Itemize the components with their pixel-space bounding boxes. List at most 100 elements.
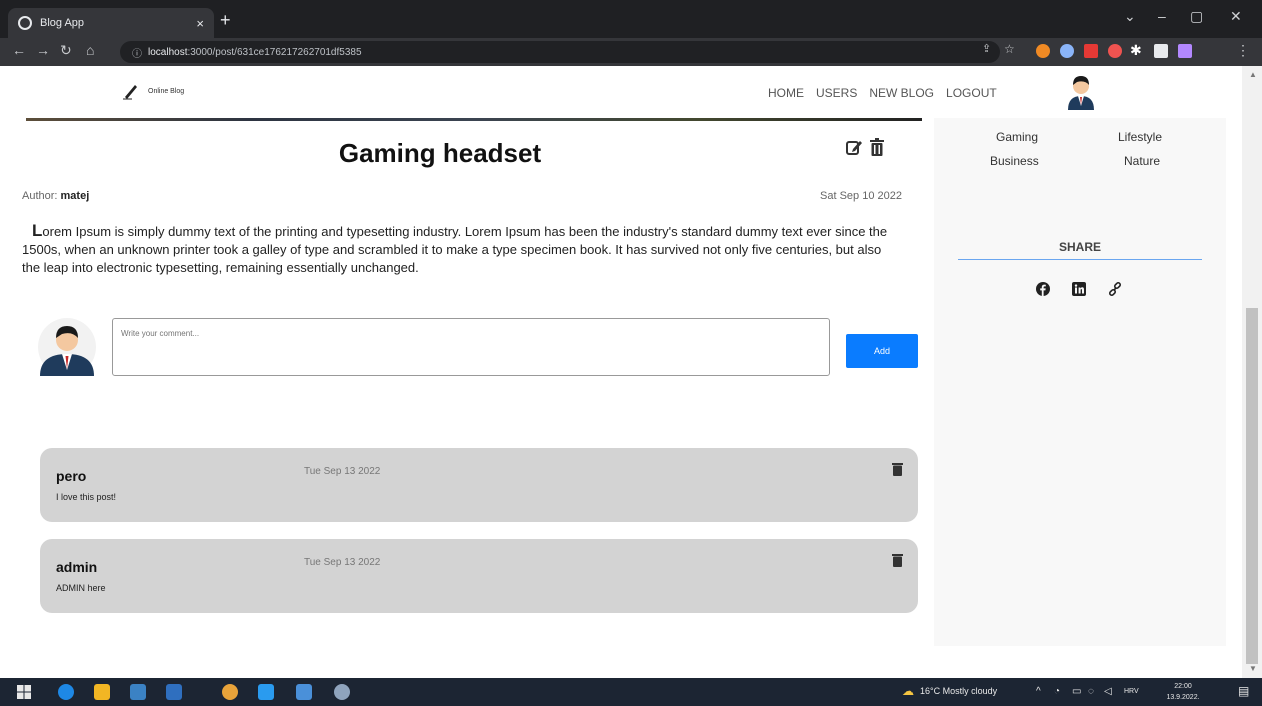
- forward-icon[interactable]: →: [36, 42, 50, 58]
- comment-card: admin Tue Sep 13 2022 ADMIN here: [40, 539, 918, 613]
- commenter-avatar: [38, 318, 96, 376]
- notifications-icon[interactable]: ▤: [1238, 684, 1249, 698]
- comment-date: Tue Sep 13 2022: [304, 557, 381, 568]
- wifi-icon[interactable]: ◌: [1088, 686, 1094, 697]
- vscode-icon[interactable]: [258, 684, 274, 700]
- edge-browser-icon[interactable]: [58, 684, 74, 700]
- app-icon[interactable]: [334, 684, 350, 700]
- extension-icon[interactable]: [1036, 44, 1050, 58]
- reload-icon[interactable]: ↻: [60, 42, 72, 59]
- linkedin-icon[interactable]: [1072, 282, 1086, 296]
- site-header: Online Blog HOME USERS NEW BLOG LOGOUT: [8, 66, 1242, 118]
- tab-title: Blog App: [40, 17, 85, 29]
- page-content: Online Blog HOME USERS NEW BLOG LOGOUT G…: [8, 66, 1242, 678]
- language-indicator[interactable]: HRV: [1124, 688, 1139, 695]
- menu-kebab-icon[interactable]: ⋮: [1236, 42, 1250, 59]
- volume-icon[interactable]: ◁: [1104, 686, 1112, 697]
- network-icon[interactable]: ◔: [1054, 686, 1060, 697]
- sidebar: Gaming Lifestyle Business Nature SHARE: [934, 118, 1226, 646]
- home-icon[interactable]: ⌂: [86, 42, 94, 58]
- nav-home-link[interactable]: HOME: [768, 86, 804, 100]
- comment-date: Tue Sep 13 2022: [304, 466, 381, 477]
- post-body-text: orem Ipsum is simply dummy text of the p…: [22, 224, 888, 275]
- extensions-puzzle-icon[interactable]: ✱: [1130, 42, 1142, 59]
- weather-text[interactable]: 16°C Mostly cloudy: [920, 686, 997, 696]
- os-taskbar: ☁ 16°C Mostly cloudy ^ ◔ ▭ ◌ ◁ HRV 22:00…: [0, 678, 1262, 706]
- share-divider: [958, 259, 1202, 260]
- post-author: Author: matej: [22, 190, 89, 202]
- scroll-up-icon[interactable]: ▲: [1249, 70, 1257, 79]
- chrome-icon[interactable]: [222, 684, 238, 700]
- comment-author: pero: [56, 468, 87, 484]
- bookmark-star-icon[interactable]: ☆: [1004, 42, 1015, 56]
- info-icon[interactable]: ⓘ: [132, 45, 142, 60]
- drop-cap: L: [32, 221, 43, 240]
- back-icon[interactable]: ←: [12, 42, 26, 58]
- sidepanel-icon[interactable]: [1154, 44, 1168, 58]
- logo-text: Online Blog: [148, 87, 185, 95]
- clock[interactable]: 22:00 13.9.2022.: [1160, 681, 1206, 703]
- edit-icon[interactable]: [846, 138, 862, 156]
- pdf-extension-icon[interactable]: [1084, 44, 1098, 58]
- clock-date: 13.9.2022.: [1166, 694, 1200, 701]
- comment-input[interactable]: [112, 318, 830, 376]
- category-gaming[interactable]: Gaming: [996, 130, 1038, 144]
- clock-time: 22:00: [1174, 683, 1192, 690]
- post-body: Lorem Ipsum is simply dummy text of the …: [22, 222, 892, 277]
- extension-icon[interactable]: [1060, 44, 1074, 58]
- link-icon[interactable]: [1108, 282, 1122, 296]
- category-business[interactable]: Business: [990, 154, 1039, 168]
- comment-text: I love this post!: [56, 492, 117, 502]
- comment-text: ADMIN here: [56, 583, 106, 593]
- windows-start-icon[interactable]: [16, 684, 32, 700]
- address-bar-row: ← → ↻ ⌂ ⓘ localhost :3000/post/631ce1762…: [0, 38, 1262, 66]
- tray-chevron-icon[interactable]: ^: [1036, 686, 1041, 697]
- scrollbar-thumb[interactable]: [1246, 308, 1258, 664]
- scroll-down-icon[interactable]: ▼: [1249, 664, 1257, 673]
- post-date: Sat Sep 10 2022: [820, 190, 902, 202]
- mail-icon[interactable]: [166, 684, 182, 700]
- site-logo[interactable]: Online Blog: [122, 82, 184, 100]
- close-window-button[interactable]: ✕: [1230, 8, 1242, 25]
- profile-icon[interactable]: [1178, 44, 1192, 58]
- delete-comment-icon[interactable]: [892, 553, 903, 567]
- trash-icon[interactable]: [870, 138, 884, 156]
- globe-icon: [18, 16, 32, 30]
- comment-author: admin: [56, 559, 98, 575]
- extension-icon[interactable]: [1108, 44, 1122, 58]
- pen-icon: [123, 85, 137, 100]
- maximize-button[interactable]: ▢: [1190, 8, 1203, 25]
- share-title: SHARE: [1058, 240, 1101, 254]
- user-avatar[interactable]: [1064, 72, 1098, 110]
- url-host: localhost: [148, 46, 188, 58]
- browser-tabbar: Blog App × + ⌄ – ▢ ✕: [0, 0, 1262, 38]
- nav-users-link[interactable]: USERS: [816, 86, 857, 100]
- add-comment-button[interactable]: Add: [846, 334, 918, 368]
- nav-new-blog-link[interactable]: NEW BLOG: [869, 86, 934, 100]
- main-nav: HOME USERS NEW BLOG LOGOUT: [768, 86, 997, 100]
- post-title: Gaming headset: [338, 138, 542, 168]
- comment-card: pero Tue Sep 13 2022 I love this post!: [40, 448, 918, 522]
- app-icon[interactable]: [296, 684, 312, 700]
- nav-logout-link[interactable]: LOGOUT: [946, 86, 997, 100]
- category-lifestyle[interactable]: Lifestyle: [1118, 130, 1162, 144]
- file-explorer-icon[interactable]: [94, 684, 110, 700]
- category-nature[interactable]: Nature: [1124, 154, 1160, 168]
- new-tab-button[interactable]: +: [220, 10, 231, 31]
- url-input[interactable]: ⓘ localhost :3000/post/631ce176217262701…: [120, 41, 1000, 63]
- battery-icon[interactable]: ▭: [1072, 686, 1081, 697]
- tab-close-icon[interactable]: ×: [196, 16, 204, 31]
- page-scrollbar[interactable]: ▲ ▼: [1242, 66, 1262, 678]
- minimize-button[interactable]: –: [1158, 8, 1166, 24]
- post-image-edge: [26, 118, 922, 121]
- tab-search-icon[interactable]: ⌄: [1124, 8, 1136, 25]
- delete-comment-icon[interactable]: [892, 462, 903, 476]
- author-label: Author:: [22, 190, 61, 202]
- facebook-icon[interactable]: [1036, 282, 1050, 296]
- browser-tab[interactable]: Blog App ×: [8, 8, 214, 38]
- url-path: :3000/post/631ce176217262701df5385: [187, 46, 362, 58]
- store-icon[interactable]: [130, 684, 146, 700]
- author-name[interactable]: matej: [61, 190, 90, 202]
- weather-icon[interactable]: ☁: [902, 684, 914, 698]
- share-page-icon[interactable]: ⇪: [982, 42, 991, 55]
